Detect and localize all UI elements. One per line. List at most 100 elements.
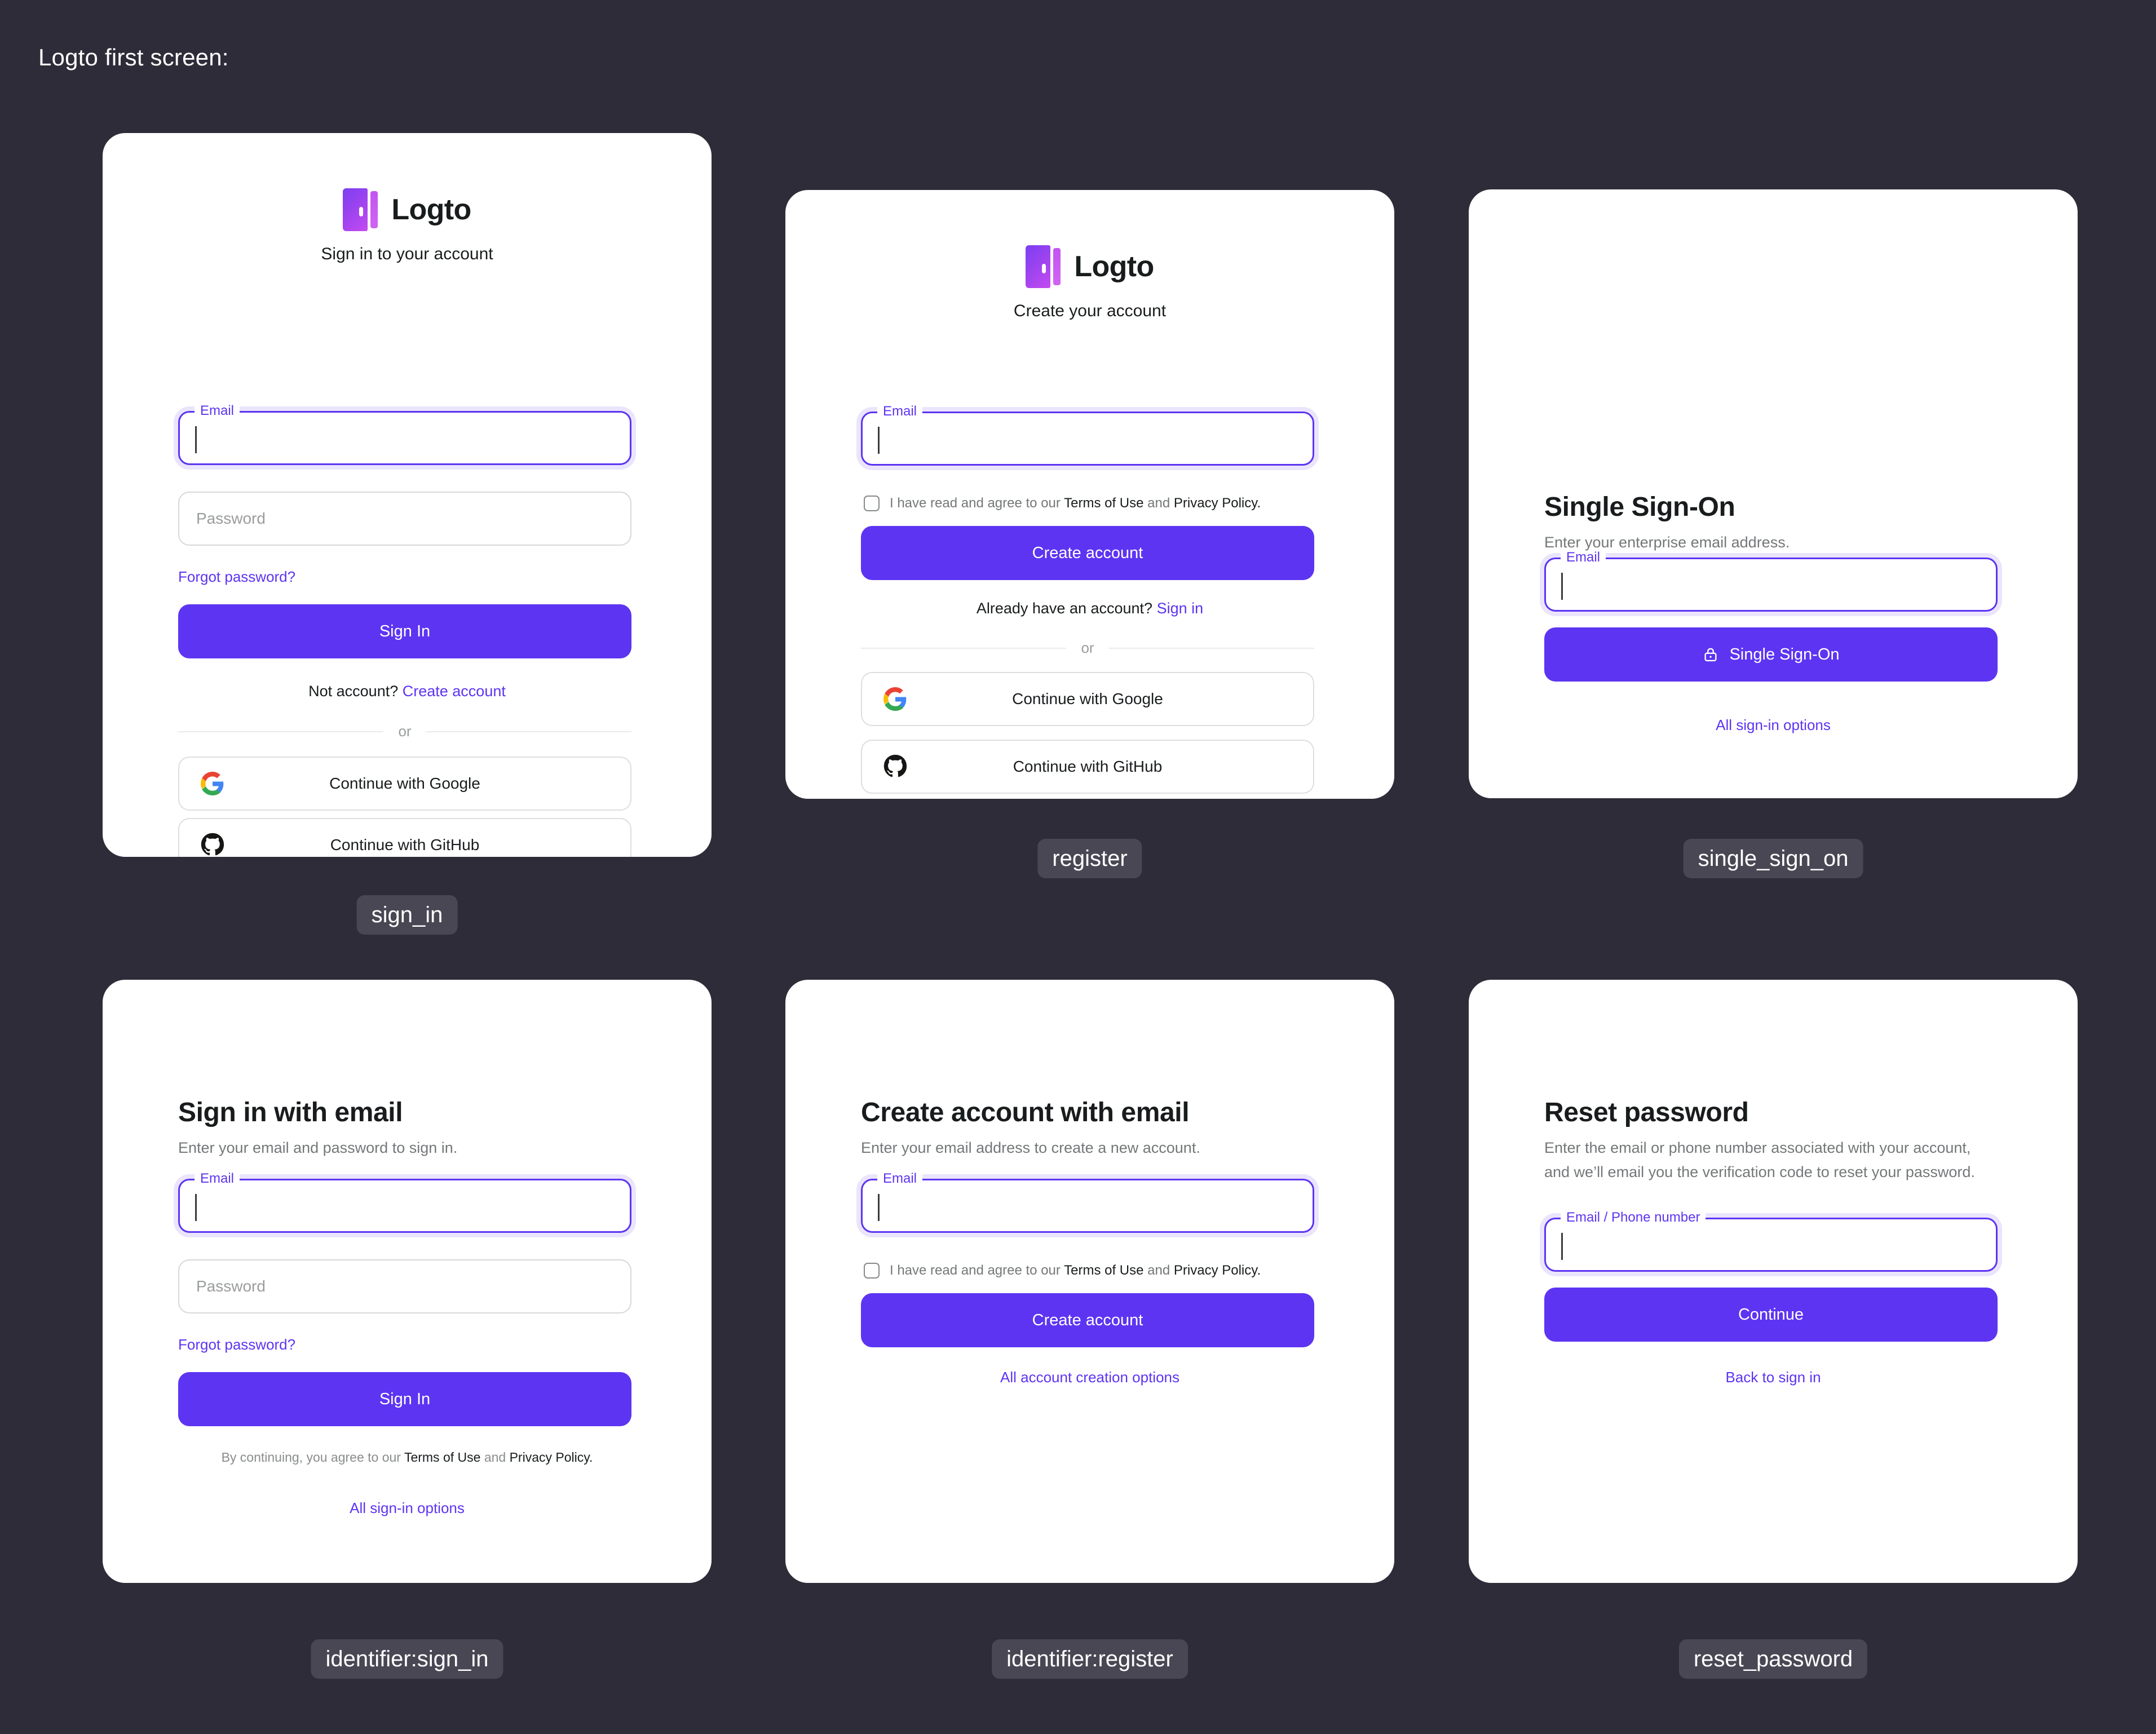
or-label: or xyxy=(1081,639,1094,656)
continue-with-github-label: Continue with GitHub xyxy=(1013,758,1163,775)
text-caret xyxy=(1561,573,1563,600)
text-caret xyxy=(1561,1233,1563,1260)
card-subtitle: Enter the email or phone number associat… xyxy=(1544,1139,1975,1180)
back-to-sign-in-row: Back to sign in xyxy=(1469,1369,2078,1386)
create-account-button[interactable]: Create account xyxy=(861,526,1314,580)
all-sign-in-options-link[interactable]: All sign-in options xyxy=(1716,716,1831,733)
lock-icon xyxy=(1702,646,1719,663)
single-sign-on-button[interactable]: Single Sign-On xyxy=(1544,627,1998,682)
privacy-policy-link[interactable]: Privacy Policy. xyxy=(1174,1263,1261,1278)
google-icon xyxy=(882,686,908,712)
continue-with-github-button[interactable]: Continue with GitHub xyxy=(861,740,1314,794)
legal-and: and xyxy=(484,1450,506,1465)
head-block: Sign in with email Enter your email and … xyxy=(178,1098,640,1160)
terms-agreement-checkbox[interactable] xyxy=(864,1263,880,1279)
continue-with-google-button[interactable]: Continue with Google xyxy=(861,672,1314,726)
email-field-label: Email xyxy=(1561,551,1606,564)
email-or-phone-field-label: Email / Phone number xyxy=(1561,1211,1706,1224)
head-block: Create account with email Enter your ema… xyxy=(861,1098,1335,1160)
all-sign-in-options-row: All sign-in options xyxy=(1469,716,2078,734)
card-subtitle: Enter your enterprise email address. xyxy=(1544,533,1790,551)
screenshot-canvas: Logto first screen: Logto Sign in to you… xyxy=(0,0,2156,1734)
continue-with-google-button[interactable]: Continue with Google xyxy=(178,757,631,811)
email-field-label: Email xyxy=(877,405,923,418)
forgot-password-link[interactable]: Forgot password? xyxy=(178,1336,295,1353)
terms-of-use-link[interactable]: Terms of Use xyxy=(404,1450,480,1465)
continue-with-github-button[interactable]: Continue with GitHub xyxy=(178,818,631,857)
create-account-button[interactable]: Create account xyxy=(861,1293,1314,1347)
screen-card-single-sign-on: Single Sign-On Enter your enterprise ema… xyxy=(1469,189,2078,798)
brand-header: Logto Create your account xyxy=(785,245,1394,321)
screen-tag-register: register xyxy=(1037,839,1142,878)
email-field[interactable]: Email xyxy=(861,1172,1314,1233)
agreement-and: and xyxy=(1147,496,1170,511)
or-divider: or xyxy=(178,723,631,740)
or-divider: or xyxy=(861,639,1314,657)
agreement-prefix: I have read and agree to our xyxy=(890,1263,1061,1278)
password-placeholder: Password xyxy=(196,510,266,527)
password-field[interactable]: Password xyxy=(178,492,631,546)
screen-card-identifier-register: Create account with email Enter your ema… xyxy=(785,980,1394,1583)
text-caret xyxy=(878,427,880,454)
logto-logo-icon xyxy=(1026,245,1061,288)
brand-header: Logto Sign in to your account xyxy=(103,188,712,264)
github-icon xyxy=(200,832,226,857)
screen-card-reset-password: Reset password Enter the email or phone … xyxy=(1469,980,2078,1583)
text-caret xyxy=(195,426,197,453)
all-sign-in-options-row: All sign-in options xyxy=(103,1499,712,1517)
email-field[interactable]: Email xyxy=(1544,551,1998,612)
screen-card-sign-in: Logto Sign in to your account Email Pass… xyxy=(103,133,712,857)
card-title: Create account with email xyxy=(861,1098,1190,1127)
continue-with-github-label: Continue with GitHub xyxy=(330,836,480,853)
email-field-label: Email xyxy=(195,404,240,418)
sign-in-button-label: Sign In xyxy=(379,1390,431,1408)
switch-to-sign-in-row: Already have an account? Sign in xyxy=(785,600,1394,617)
email-field[interactable]: Email xyxy=(178,1172,631,1233)
password-field[interactable]: Password xyxy=(178,1259,631,1313)
agreement-and: and xyxy=(1147,1263,1170,1278)
brand-name: Logto xyxy=(1074,250,1154,283)
forgot-password-link[interactable]: Forgot password? xyxy=(178,568,295,586)
sign-in-button[interactable]: Sign In xyxy=(178,604,631,658)
continue-with-google-label: Continue with Google xyxy=(329,775,480,792)
sign-in-button[interactable]: Sign In xyxy=(178,1372,631,1426)
text-caret xyxy=(878,1194,880,1221)
terms-of-use-link[interactable]: Terms of Use xyxy=(1064,1263,1143,1278)
screen-tag-single-sign-on: single_sign_on xyxy=(1683,839,1863,878)
screen-tag-identifier-sign-in: identifier:sign_in xyxy=(311,1639,503,1679)
create-account-link[interactable]: Create account xyxy=(403,683,506,700)
all-account-creation-options-link[interactable]: All account creation options xyxy=(1000,1369,1179,1386)
text-caret xyxy=(195,1194,197,1221)
divider-rule-right xyxy=(426,731,631,732)
head-block: Single Sign-On Enter your enterprise ema… xyxy=(1544,492,2007,555)
google-icon xyxy=(200,771,226,797)
terms-agreement-row: I have read and agree to our Terms of Us… xyxy=(864,494,1326,512)
card-subtitle: Enter your email address to create a new… xyxy=(861,1139,1200,1156)
terms-of-use-link[interactable]: Terms of Use xyxy=(1064,496,1143,511)
email-field-label: Email xyxy=(877,1172,923,1186)
all-sign-in-options-link[interactable]: All sign-in options xyxy=(350,1499,465,1516)
agreement-prefix: I have read and agree to our xyxy=(890,496,1061,511)
card-title: Reset password xyxy=(1544,1098,1749,1127)
legal-note: By continuing, you agree to our Terms of… xyxy=(148,1448,666,1467)
email-field[interactable]: Email xyxy=(178,404,631,465)
screen-tag-reset-password: reset_password xyxy=(1678,1639,1868,1679)
back-to-sign-in-link[interactable]: Back to sign in xyxy=(1725,1369,1821,1386)
card-title: Sign in to your account xyxy=(321,245,493,263)
privacy-policy-link[interactable]: Privacy Policy. xyxy=(1174,496,1261,511)
sign-in-button-label: Sign In xyxy=(379,622,431,640)
divider-rule-right xyxy=(1108,647,1314,649)
email-field[interactable]: Email xyxy=(861,405,1314,466)
screen-card-register: Logto Create your account Email I have r… xyxy=(785,190,1394,799)
screen-tag-identifier-register: identifier:register xyxy=(992,1639,1188,1679)
email-or-phone-field[interactable]: Email / Phone number xyxy=(1544,1211,1998,1272)
terms-agreement-checkbox[interactable] xyxy=(864,496,880,511)
head-block: Reset password Enter the email or phone … xyxy=(1544,1098,1990,1184)
continue-button[interactable]: Continue xyxy=(1544,1288,1998,1342)
switch-to-register-row: Not account? Create account xyxy=(103,683,712,700)
terms-agreement-row: I have read and agree to our Terms of Us… xyxy=(864,1262,1326,1279)
password-placeholder: Password xyxy=(196,1277,266,1295)
sign-in-link[interactable]: Sign in xyxy=(1157,600,1204,617)
privacy-policy-link[interactable]: Privacy Policy. xyxy=(510,1450,593,1465)
github-icon xyxy=(882,754,908,780)
